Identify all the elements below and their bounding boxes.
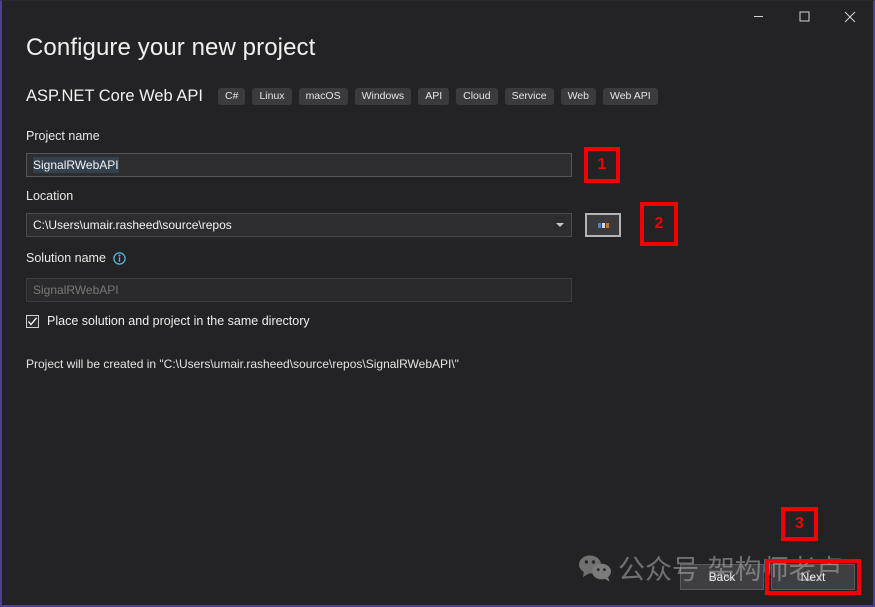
creation-path-note: Project will be created in "C:\Users\uma… [26, 357, 459, 371]
location-combobox[interactable]: C:\Users\umair.rasheed\source\repos [26, 213, 572, 237]
back-button[interactable]: Back [680, 564, 764, 590]
minimize-button[interactable] [735, 1, 781, 32]
tag-cloud: Cloud [456, 88, 498, 105]
solution-name-value: SignalRWebAPI [33, 283, 119, 297]
project-name-label: Project name [26, 129, 100, 143]
location-value: C:\Users\umair.rasheed\source\repos [33, 218, 232, 232]
template-name: ASP.NET Core Web API [26, 87, 204, 105]
project-name-value: SignalRWebAPI [33, 157, 119, 173]
annotation-badge-1: 1 [584, 147, 620, 183]
ellipsis-icon [597, 222, 609, 228]
checkmark-icon [28, 316, 38, 326]
maximize-icon [799, 11, 810, 22]
minimize-icon [753, 11, 764, 22]
browse-location-button[interactable] [585, 213, 621, 237]
solution-name-input: SignalRWebAPI [26, 278, 572, 302]
tag-web-api: Web API [602, 88, 658, 105]
tag-service: Service [504, 88, 554, 105]
project-name-input[interactable]: SignalRWebAPI [26, 153, 572, 177]
tag-windows: Windows [354, 88, 412, 105]
wechat-icon [578, 554, 612, 587]
chevron-down-icon[interactable] [556, 223, 564, 227]
tag-web: Web [560, 88, 596, 105]
solution-name-label-text: Solution name [26, 251, 106, 265]
tag-linux: Linux [252, 88, 292, 105]
template-summary-row: ASP.NET Core Web API C# Linux macOS Wind… [26, 87, 665, 106]
place-solution-checkbox[interactable] [26, 314, 39, 328]
next-button[interactable]: Next [771, 564, 855, 590]
title-bar [2, 1, 873, 32]
location-label: Location [26, 189, 74, 203]
place-solution-row[interactable]: Place solution and project in the same d… [26, 314, 310, 328]
tag-csharp: C# [218, 88, 246, 105]
close-icon [844, 11, 856, 23]
maximize-button[interactable] [781, 1, 827, 32]
page-title: Configure your new project [26, 34, 316, 61]
tag-macos: macOS [298, 88, 348, 105]
info-icon[interactable] [113, 251, 126, 265]
configure-project-dialog: Configure your new project ASP.NET Core … [0, 0, 875, 607]
close-button[interactable] [827, 1, 873, 32]
annotation-badge-2: 2 [640, 202, 678, 246]
annotation-badge-3: 3 [781, 507, 818, 541]
solution-name-label: Solution name [26, 251, 126, 265]
place-solution-label: Place solution and project in the same d… [47, 314, 310, 328]
tag-api: API [418, 88, 450, 105]
